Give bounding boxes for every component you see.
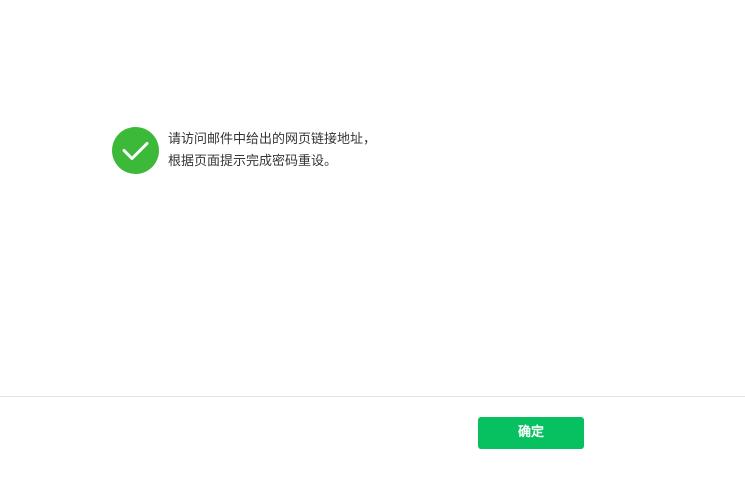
success-message: 请访问邮件中给出的网页链接地址， 根据页面提示完成密码重设。: [112, 127, 376, 174]
check-circle-icon: [112, 127, 159, 174]
message-text: 请访问邮件中给出的网页链接地址， 根据页面提示完成密码重设。: [168, 129, 376, 173]
password-reset-dialog: 请访问邮件中给出的网页链接地址， 根据页面提示完成密码重设。 确定: [0, 0, 745, 491]
message-line-1: 请访问邮件中给出的网页链接地址，: [168, 132, 377, 147]
message-line-2: 根据页面提示完成密码重设。: [168, 154, 338, 169]
confirm-button[interactable]: 确定: [478, 417, 584, 449]
dialog-body: 请访问邮件中给出的网页链接地址， 根据页面提示完成密码重设。: [0, 0, 745, 396]
dialog-footer: 确定: [0, 397, 745, 491]
